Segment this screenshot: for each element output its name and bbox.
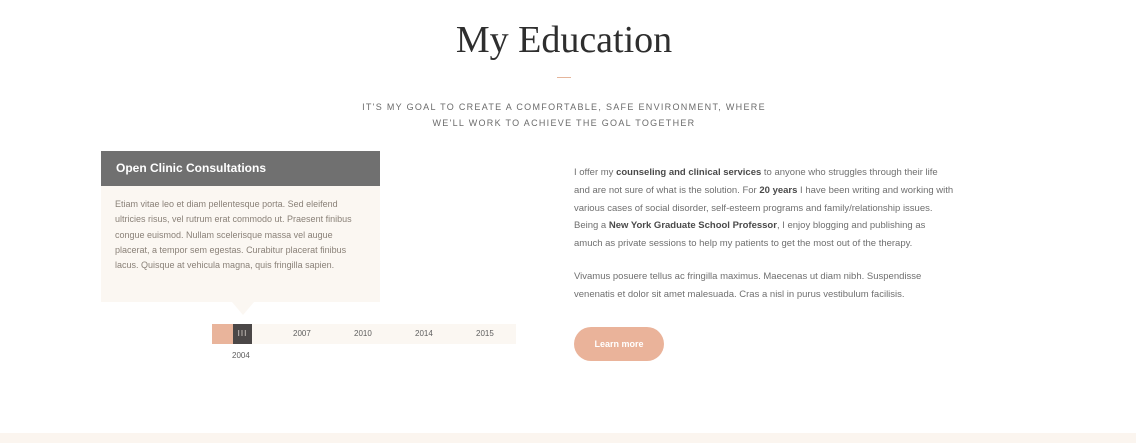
timeline-year-2015[interactable]: 2015	[476, 324, 494, 344]
section-subtitle: IT'S MY GOAL TO CREATE A COMFORTABLE, SA…	[0, 99, 1128, 131]
section-title: My Education	[455, 19, 673, 61]
timeline-year-2014[interactable]: 2014	[415, 324, 433, 344]
card-pointer	[232, 302, 254, 315]
subtitle-line-1: IT'S MY GOAL TO CREATE A COMFORTABLE, SA…	[362, 102, 766, 112]
timeline-year-2010[interactable]: 2010	[354, 324, 372, 344]
card-title: Open Clinic Consultations	[101, 151, 380, 186]
timeline-selected-year: 2004	[232, 351, 250, 360]
timeline-handle[interactable]: III	[233, 324, 252, 344]
education-timeline[interactable]: III 2007 2010 2014 2015	[212, 324, 516, 344]
intro-text: I offer my	[574, 167, 617, 178]
education-card: Open Clinic Consultations Etiam vitae le…	[101, 151, 380, 302]
intro-highlight-years: 20 years	[759, 184, 798, 196]
learn-more-button[interactable]: Learn more	[574, 327, 664, 361]
title-divider	[557, 77, 571, 78]
next-section-edge	[0, 433, 1136, 443]
timeline-year-2007[interactable]: 2007	[293, 324, 311, 344]
intro-paragraph-1: I offer my counseling and clinical servi…	[574, 164, 956, 253]
intro-paragraph-2: Vivamus posuere tellus ac fringilla maxi…	[574, 271, 922, 300]
subtitle-line-2: WE'LL WORK TO ACHIEVE THE GOAL TOGETHER	[432, 118, 696, 128]
intro-highlight-professor: New York Graduate School Professor	[608, 220, 777, 232]
intro-highlight-services: counseling and clinical services	[616, 167, 762, 178]
card-body: Etiam vitae leo et diam pellentesque por…	[115, 199, 352, 271]
